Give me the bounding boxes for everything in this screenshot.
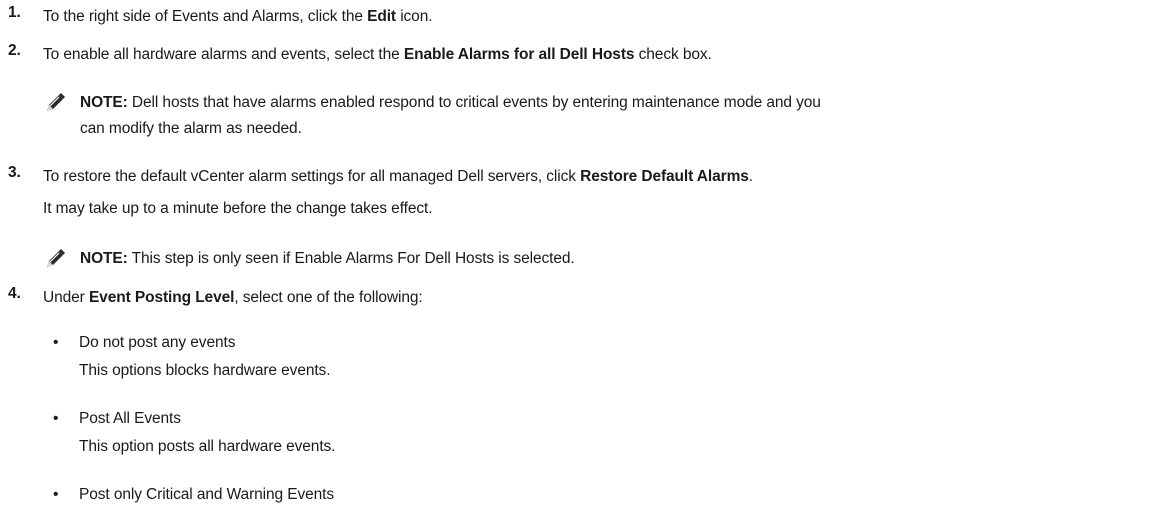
bullet-icon: • <box>53 486 59 503</box>
bullet-title: Do not post any events <box>79 334 236 351</box>
step-text-plain: To the right side of Events and Alarms, … <box>43 8 368 25</box>
step-number: 4. <box>8 285 21 302</box>
ui-term-restore-default-alarms: Restore Default Alarms <box>580 168 749 185</box>
ui-term-event-posting-level: Event Posting Level <box>88 289 235 306</box>
step-number: 2. <box>8 42 21 59</box>
note-pencil-icon <box>44 92 66 114</box>
note-text: NOTE: This step is only seen if Enable A… <box>80 246 1150 272</box>
bullet-icon: • <box>53 410 59 427</box>
step-text-plain: Under <box>43 289 89 306</box>
step-continuation: It may take up to a minute before the ch… <box>43 200 433 217</box>
ui-term-enable-alarms: Enable Alarms for all Dell Hosts <box>403 46 635 63</box>
step-number: 3. <box>8 164 21 181</box>
note-body: Dell hosts that have alarms enabled resp… <box>127 94 821 111</box>
bullet-description: This options blocks hardware events. <box>79 362 331 379</box>
note-label: NOTE: <box>80 94 128 111</box>
step-text: To restore the default vCenter alarm set… <box>43 164 1153 222</box>
step-text-plain: , select one of the following: <box>234 289 423 306</box>
step-text-plain: To enable all hardware alarms and events… <box>43 46 404 63</box>
step-text-plain: To restore the default vCenter alarm set… <box>43 168 581 185</box>
note-body: This step is only seen if Enable Alarms … <box>127 250 575 267</box>
bullet-body: Do not post any events This options bloc… <box>79 330 331 384</box>
note-pencil-icon <box>44 248 66 270</box>
note-label: NOTE: <box>80 250 128 267</box>
bullet-description: This option posts all hardware events. <box>79 438 336 455</box>
note-text: NOTE: Dell hosts that have alarms enable… <box>80 90 1150 142</box>
step-text-plain: check box. <box>634 46 712 63</box>
bullet-title: Post All Events <box>79 410 181 427</box>
step-text: To enable all hardware alarms and events… <box>43 42 1153 68</box>
ui-term-edit: Edit <box>367 8 396 25</box>
bullet-icon: • <box>53 334 59 351</box>
bullet-body: Post only Critical and Warning Events <box>79 482 334 508</box>
step-text-plain: . <box>748 168 753 185</box>
note-body-continued: can modify the alarm as needed. <box>80 120 302 137</box>
step-text: To the right side of Events and Alarms, … <box>43 4 1153 30</box>
bullet-body: Post All Events This option posts all ha… <box>79 406 336 460</box>
step-text-plain: icon. <box>395 8 433 25</box>
bullet-title: Post only Critical and Warning Events <box>79 486 335 503</box>
step-number: 1. <box>8 4 21 21</box>
step-text: Under Event Posting Level, select one of… <box>43 285 1153 311</box>
